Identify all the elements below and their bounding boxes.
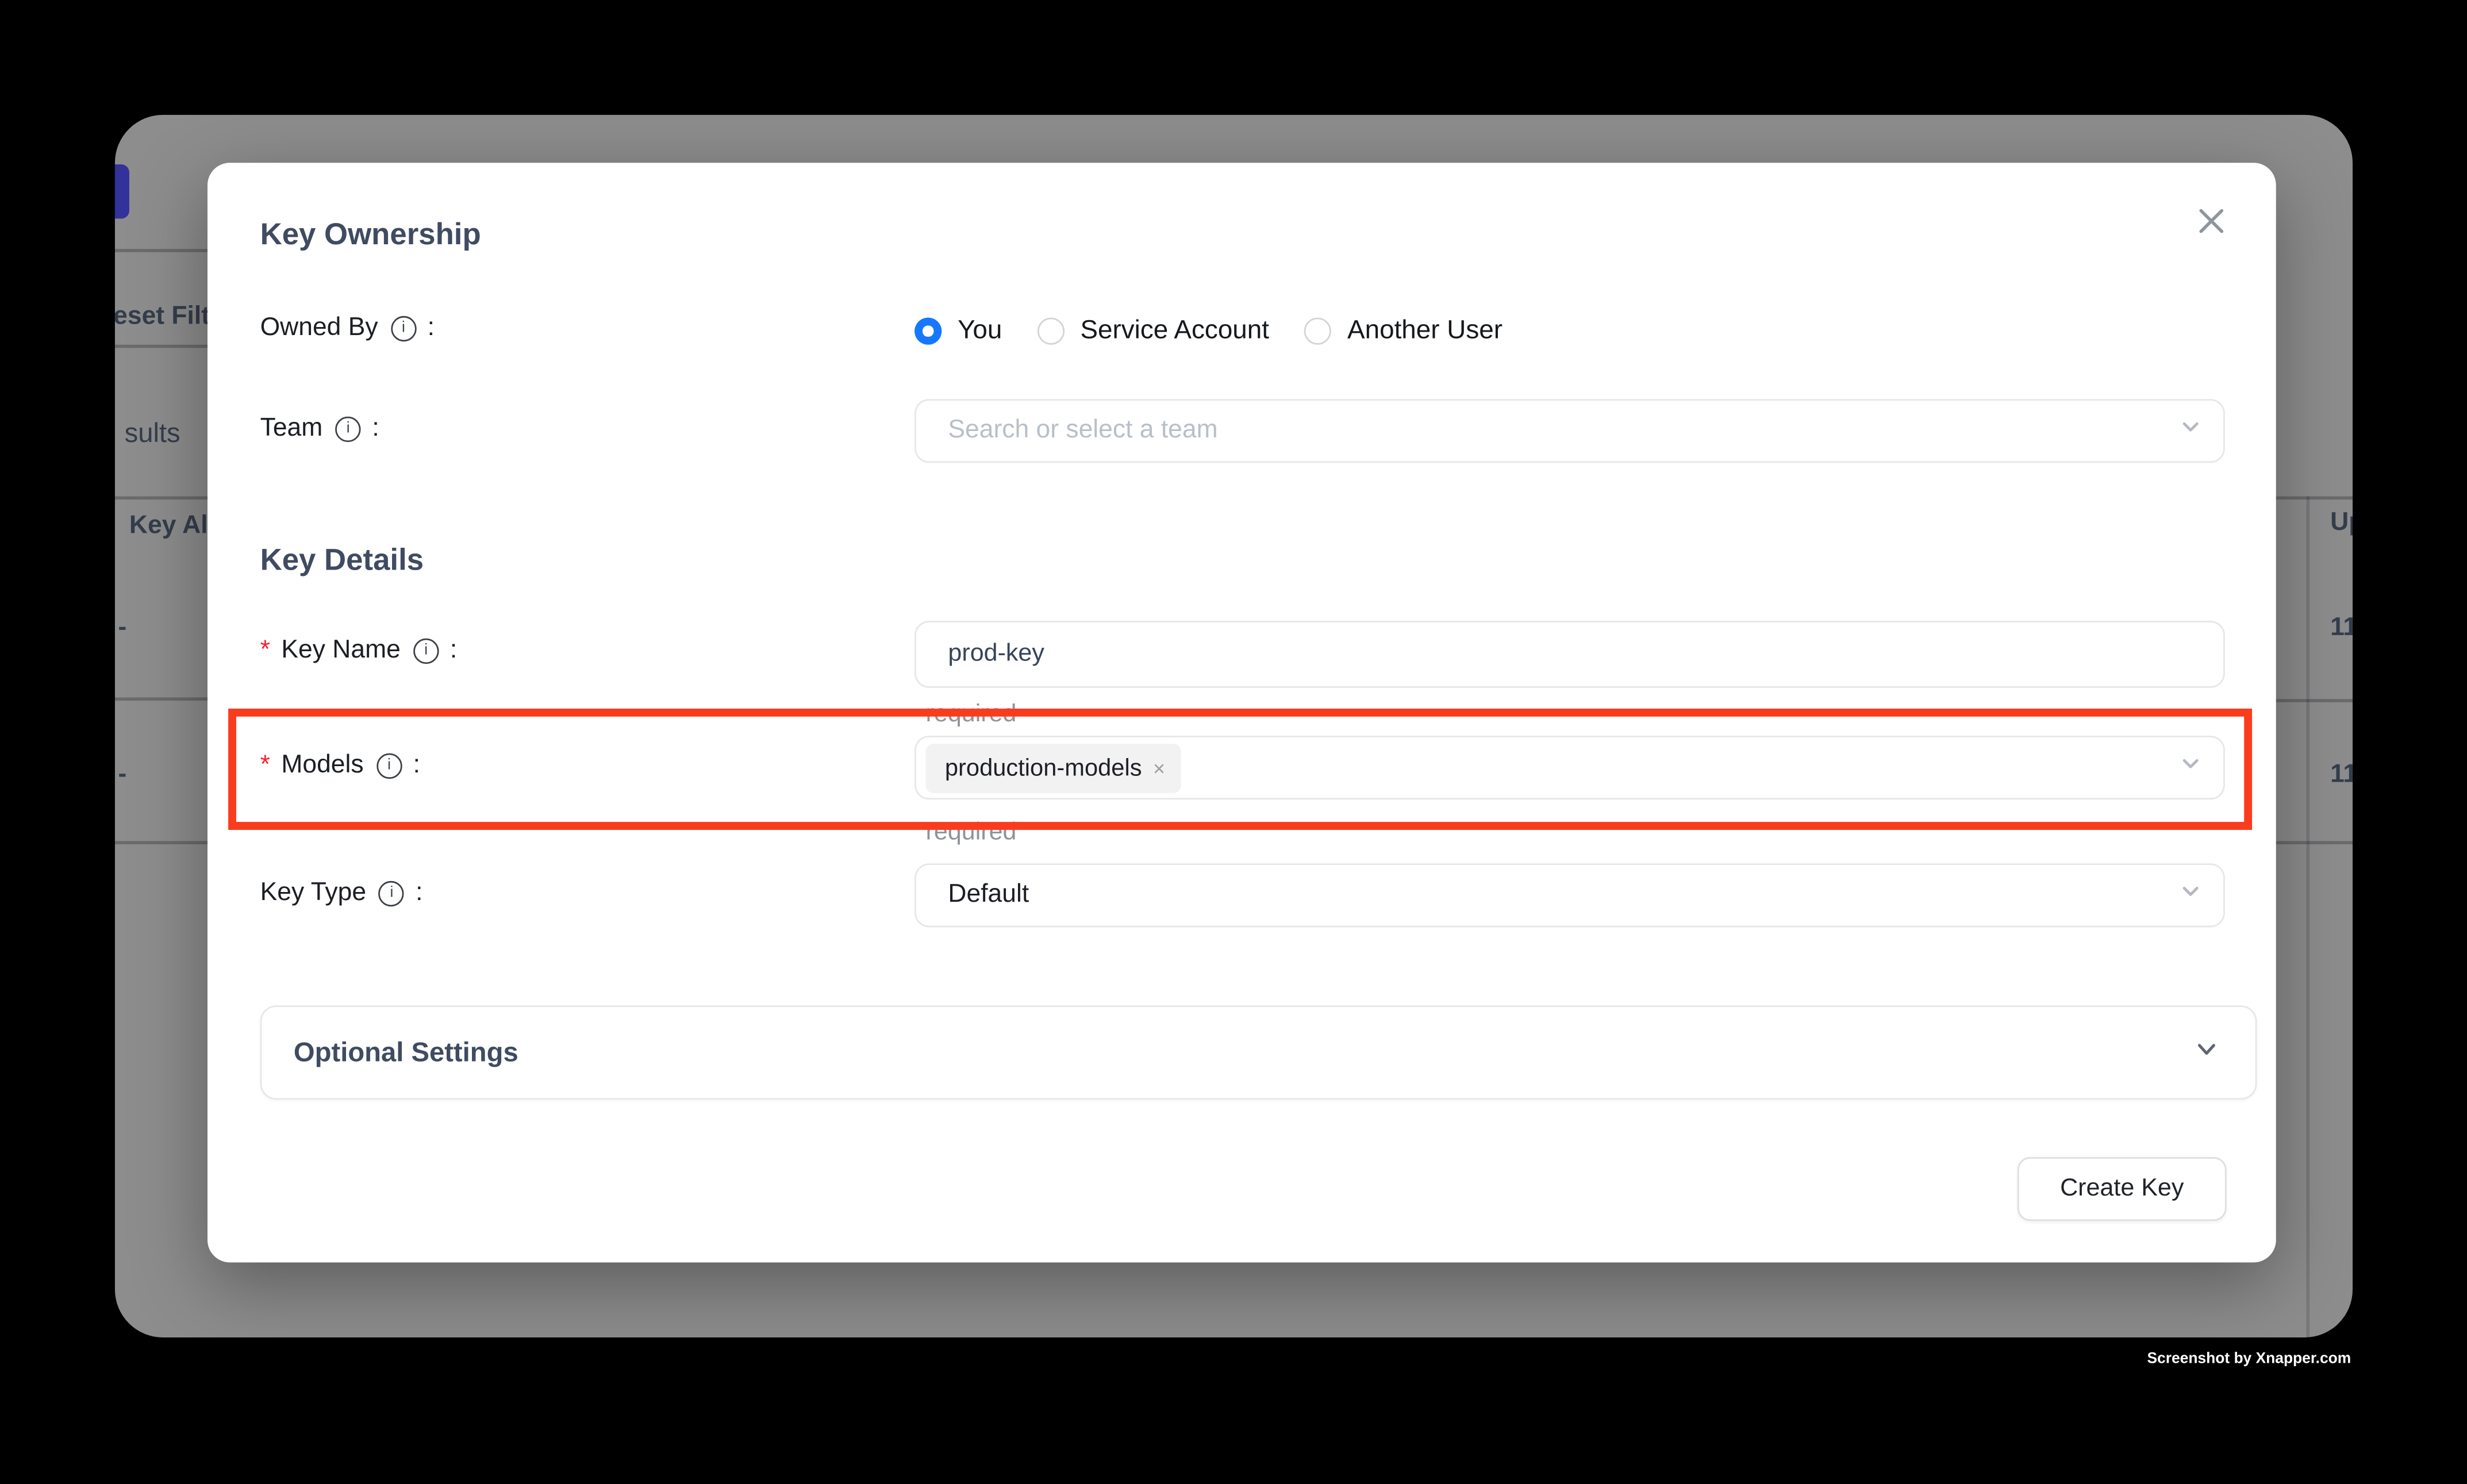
radio-option-another-user[interactable]: Another User: [1304, 316, 1503, 347]
screenshot-stage: eset Filt sults Key Alia Up - 11/ - 11/ …: [0, 0, 2467, 1484]
create-key-button[interactable]: Create Key: [2018, 1157, 2227, 1221]
team-label: Team i :: [260, 415, 379, 444]
table-row-updated: 11/: [2330, 614, 2353, 643]
divider: [2276, 497, 2353, 499]
table-row-key-alias: -: [118, 762, 126, 790]
models-row-annotation-rectangle: [228, 709, 2252, 830]
info-icon[interactable]: i: [335, 417, 360, 442]
divider: [115, 697, 207, 699]
info-icon[interactable]: i: [413, 639, 439, 664]
required-mark: *: [260, 637, 270, 666]
key-type-label: Key Type i :: [260, 879, 423, 908]
chevron-down-icon: [2178, 415, 2203, 447]
team-select-placeholder: Search or select a team: [916, 417, 1218, 445]
table-row-updated: 11/: [2330, 762, 2353, 790]
divider: [2276, 699, 2353, 701]
close-icon: [2197, 207, 2224, 243]
key-type-value: Default: [916, 881, 1029, 910]
key-name-label: * Key Name i :: [260, 637, 458, 666]
owned-by-label: Owned By i :: [260, 314, 435, 343]
key-name-input[interactable]: prod-key: [914, 621, 2225, 688]
radio-selected-icon[interactable]: [914, 318, 942, 345]
radio-option-you[interactable]: You: [914, 316, 1002, 347]
chevron-down-icon: [2193, 1035, 2220, 1070]
info-icon[interactable]: i: [391, 316, 416, 341]
watermark: Screenshot by Xnapper.com: [2147, 1350, 2351, 1368]
divider: [115, 497, 207, 499]
key-name-value: prod-key: [916, 640, 1044, 668]
results-count-partial: sults: [125, 418, 180, 451]
optional-settings-toggle[interactable]: Optional Settings: [260, 1005, 2257, 1099]
radio-dot: [923, 326, 933, 336]
create-new-key-button-partial[interactable]: [115, 164, 129, 218]
key-details-title: Key Details: [260, 544, 424, 579]
divider: [2276, 841, 2353, 843]
divider: [115, 841, 207, 843]
divider: [115, 345, 207, 347]
radio-unselected-icon[interactable]: [1304, 318, 1331, 345]
team-select[interactable]: Search or select a team: [914, 399, 2225, 463]
reset-filters-button-partial[interactable]: eset Filt: [115, 303, 210, 332]
chevron-down-icon: [2178, 879, 2203, 912]
optional-settings-label: Optional Settings: [294, 1037, 518, 1069]
table-column-divider: [2306, 497, 2308, 1337]
key-type-select[interactable]: Default: [914, 863, 2225, 927]
table-row-key-alias: -: [118, 614, 126, 643]
column-header-updated: Up: [2330, 509, 2353, 538]
modal-title: Key Ownership: [260, 218, 481, 253]
info-icon[interactable]: i: [379, 881, 404, 906]
owned-by-radio-group: You Service Account Another User: [914, 316, 1503, 347]
close-button[interactable]: [2187, 201, 2234, 249]
radio-unselected-icon[interactable]: [1037, 318, 1064, 345]
divider: [115, 249, 207, 251]
radio-option-service-account[interactable]: Service Account: [1037, 316, 1269, 347]
